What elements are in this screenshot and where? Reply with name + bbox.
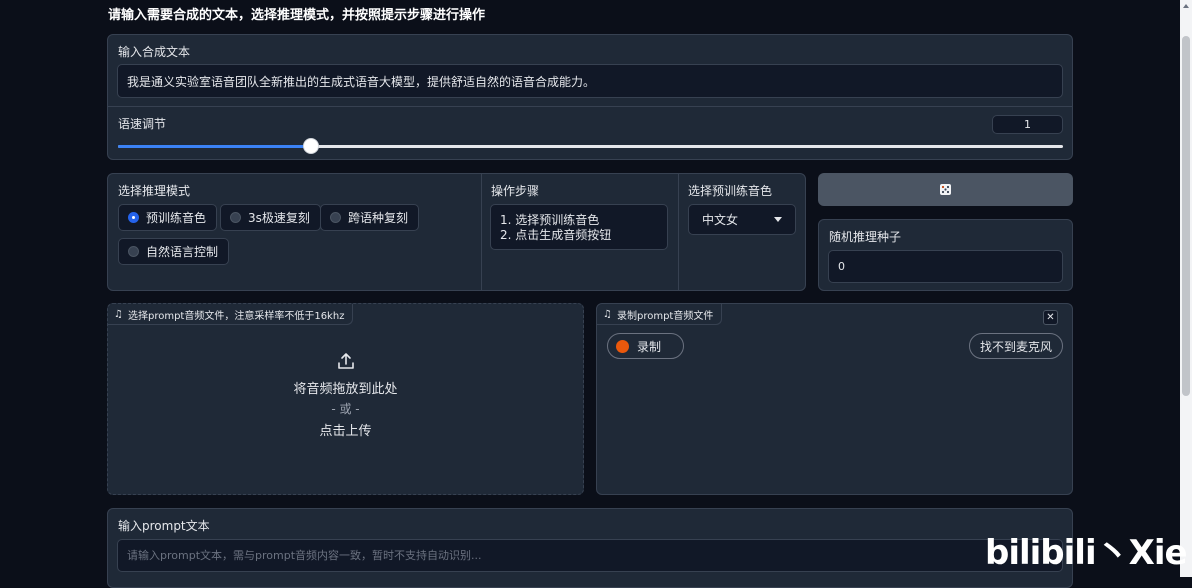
record-tag-label: 录制prompt音频文件 [616,310,714,322]
music-note-icon: ♫ [114,308,123,320]
voice-label: 选择预训练音色 [688,184,773,198]
mode-option-instruct[interactable]: 自然语言控制 [118,238,230,265]
mode-option-label: 3s极速复刻 [248,211,310,225]
synth-text-label: 输入合成文本 [118,45,191,59]
steps-line-2: 2. 点击生成音频按钮 [500,228,612,242]
mode-panel: 选择推理模式 预训练音色 3s极速复刻 跨语种复刻 自然语言控制 操作步骤 1.… [107,173,806,291]
dice-icon [940,184,951,195]
chevron-down-icon [774,217,782,222]
music-note-icon: ♫ [603,308,612,320]
mode-option-label: 预训练音色 [146,211,207,225]
random-seed-button[interactable] [818,173,1073,206]
steps-box: 1. 选择预训练音色 2. 点击生成音频按钮 [490,204,668,250]
prompt-text-label: 输入prompt文本 [118,519,210,533]
upload-or-text: - 或 - [331,402,360,416]
upload-icon [337,353,354,369]
radio-dot [330,212,341,223]
speed-number-input[interactable]: 1 [992,115,1063,134]
mode-option-3s-clone[interactable]: 3s极速复刻 [220,204,321,231]
column-divider [678,174,679,290]
scrollbar-track[interactable] [1180,0,1192,577]
speed-slider-track[interactable] [118,138,1063,154]
steps-label: 操作步骤 [491,184,540,198]
page-heading: 请输入需要合成的文本，选择推理模式，并按照提示步骤进行操作 [108,8,486,23]
radio-dot-selected [128,212,139,223]
upload-drop-text: 将音频拖放到此处 [293,382,398,397]
scrollbar-up-arrow[interactable] [1183,4,1189,8]
upload-panel[interactable]: ♫ 选择prompt音频文件，注意采样率不低于16khz 将音频拖放到此处 - … [107,303,584,495]
record-button[interactable]: 录制 [607,333,684,359]
record-dot-icon [616,339,629,353]
speed-slider-thumb[interactable] [302,138,319,154]
upload-tag-label: 选择prompt音频文件，注意采样率不低于16khz [127,310,345,322]
record-tag: ♫ 录制prompt音频文件 [597,304,723,325]
mode-option-pretrained[interactable]: 预训练音色 [118,204,218,231]
speed-label: 语速调节 [118,117,167,131]
speed-slider-fill [118,145,311,148]
column-divider [481,174,482,290]
record-panel: ♫ 录制prompt音频文件 ✕ 录制 找不到麦克风 [596,303,1073,495]
prompt-text-panel: 输入prompt文本 请输入prompt文本，需与prompt音频内容一致，暂时… [107,508,1073,588]
steps-line-1: 1. 选择预训练音色 [500,213,600,227]
prompt-text-input[interactable]: 请输入prompt文本，需与prompt音频内容一致，暂时不支持自动识别... [117,539,1063,572]
radio-dot [128,246,139,257]
seed-input[interactable]: 0 [828,250,1063,283]
scrollbar-thumb[interactable] [1182,36,1190,396]
synth-text-input[interactable]: 我是通义实验室语音团队全新推出的生成式语音大模型，提供舒适自然的语音合成能力。 [117,64,1063,98]
mode-option-label: 跨语种复刻 [348,211,409,225]
upload-click-text: 点击上传 [319,424,372,439]
upload-tag: ♫ 选择prompt音频文件，注意采样率不低于16khz [108,304,354,325]
panel-divider [108,106,1072,107]
no-microphone-button[interactable]: 找不到麦克风 [969,333,1063,359]
mode-option-label: 自然语言控制 [146,245,219,259]
upload-dropzone[interactable]: 将音频拖放到此处 - 或 - 点击上传 [108,352,583,439]
voice-select-value: 中文女 [702,213,739,227]
close-icon: ✕ [1046,311,1055,323]
mode-label: 选择推理模式 [118,184,191,198]
mode-option-crosslingual[interactable]: 跨语种复刻 [320,204,420,231]
record-button-label: 录制 [637,339,662,354]
voice-select[interactable]: 中文女 [688,204,796,235]
synth-text-panel: 输入合成文本 我是通义实验室语音团队全新推出的生成式语音大模型，提供舒适自然的语… [107,34,1073,160]
no-microphone-label: 找不到麦克风 [979,339,1052,354]
seed-label: 随机推理种子 [829,230,902,244]
radio-dot [230,212,241,223]
watermark: bilibili丶Xie [985,533,1188,573]
close-button[interactable]: ✕ [1043,310,1058,325]
seed-panel: 随机推理种子 0 [818,219,1073,291]
